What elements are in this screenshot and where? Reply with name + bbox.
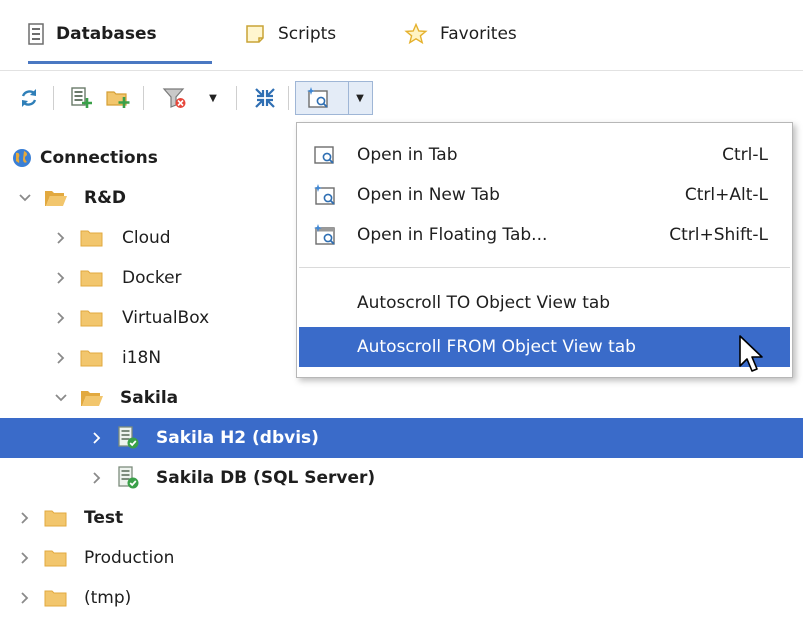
- menu-item-label: Open in New Tab: [357, 185, 500, 205]
- tabbar-divider: [0, 70, 803, 71]
- collapse-icon: [253, 86, 277, 110]
- folder-icon: [80, 347, 104, 369]
- tree-item-label: Sakila: [120, 388, 179, 408]
- tree-item-sakila-db[interactable]: Sakila DB (SQL Server): [0, 458, 803, 498]
- chevron-right-icon[interactable]: [16, 588, 34, 608]
- menu-item-shortcut: Ctrl+Shift-L: [669, 225, 768, 245]
- toolbar-separator: [53, 86, 54, 110]
- tree-item-label: Production: [84, 548, 175, 568]
- object-view-dropdown-menu: Open in Tab Ctrl-L Open in New Tab Ctrl+…: [296, 122, 793, 378]
- star-icon: [404, 23, 428, 45]
- create-connection-button[interactable]: [66, 82, 96, 114]
- tree-item-test[interactable]: Test: [0, 498, 803, 538]
- chevron-right-icon[interactable]: [52, 268, 70, 288]
- tab-favorites-label: Favorites: [440, 24, 517, 44]
- folder-icon: [44, 547, 68, 569]
- tree-item-label: i18N: [122, 348, 162, 368]
- tab-databases[interactable]: Databases: [28, 0, 212, 68]
- tree-item-label: Docker: [122, 268, 182, 288]
- folder-open-icon: [44, 187, 68, 209]
- add-connection-icon: [69, 86, 93, 110]
- chevron-down-icon[interactable]: [52, 388, 70, 408]
- tree-item-label: Sakila DB (SQL Server): [156, 468, 376, 488]
- tab-databases-label: Databases: [56, 24, 157, 44]
- globe-icon: [10, 147, 34, 169]
- chevron-down-icon[interactable]: [16, 188, 34, 208]
- chevron-right-icon[interactable]: [52, 228, 70, 248]
- tree-item-production[interactable]: Production: [0, 538, 803, 578]
- menu-item-autoscroll-from[interactable]: Autoscroll FROM Object View tab: [299, 327, 790, 367]
- chevron-right-icon[interactable]: [52, 308, 70, 328]
- folder-icon: [80, 267, 104, 289]
- folder-icon: [44, 587, 68, 609]
- refresh-button[interactable]: [14, 82, 44, 114]
- chevron-right-icon[interactable]: [88, 428, 106, 448]
- tree-item-label: Sakila H2 (dbvis): [156, 428, 319, 448]
- collapse-all-button[interactable]: [250, 82, 280, 114]
- tree-root-label: Connections: [40, 148, 158, 168]
- toolbar-separator: [236, 86, 237, 110]
- menu-item-shortcut: Ctrl-L: [722, 145, 768, 165]
- tree-item-tmp[interactable]: (tmp): [0, 578, 803, 618]
- tab-scripts-label: Scripts: [278, 24, 337, 44]
- tree-item-label: Test: [84, 508, 124, 528]
- tree-item-label: Cloud: [122, 228, 171, 248]
- split-button-separator: [348, 82, 349, 114]
- create-folder-button[interactable]: [103, 82, 133, 114]
- add-folder-icon: [105, 86, 131, 110]
- toolbar: ▼ ▼: [0, 72, 803, 124]
- panel-tab-bar: Databases Scripts Favorites: [0, 0, 803, 68]
- tree-item-label: VirtualBox: [122, 308, 210, 328]
- script-icon: [244, 23, 266, 45]
- open-new-tab-icon: [313, 184, 339, 206]
- menu-item-open-in-tab[interactable]: Open in Tab Ctrl-L: [299, 135, 790, 175]
- menu-item-label: Autoscroll FROM Object View tab: [357, 337, 636, 357]
- refresh-icon: [18, 87, 40, 109]
- chevron-right-icon[interactable]: [16, 508, 34, 528]
- folder-icon: [80, 307, 104, 329]
- mouse-cursor-icon: [739, 335, 763, 372]
- active-tab-indicator: [28, 61, 212, 64]
- filter-dropdown-caret[interactable]: ▼: [206, 82, 220, 114]
- database-list-icon: [28, 23, 44, 45]
- toolbar-separator: [143, 86, 144, 110]
- open-tab-icon: [313, 144, 339, 166]
- menu-item-label: Autoscroll TO Object View tab: [357, 293, 611, 313]
- filter-icon: [162, 86, 188, 110]
- folder-open-icon: [80, 387, 104, 409]
- filter-button[interactable]: [160, 82, 190, 114]
- folder-icon: [44, 507, 68, 529]
- open-object-view-button[interactable]: [304, 82, 334, 114]
- object-view-dropdown-caret[interactable]: ▼: [353, 82, 367, 114]
- menu-item-open-in-floating-tab[interactable]: Open in Floating Tab... Ctrl+Shift-L: [299, 215, 790, 255]
- chevron-right-icon[interactable]: [52, 348, 70, 368]
- object-view-icon: [306, 86, 332, 110]
- database-connected-icon: [116, 426, 140, 449]
- tab-scripts[interactable]: Scripts: [244, 0, 364, 68]
- database-connected-icon: [116, 466, 140, 489]
- tree-item-sakila[interactable]: Sakila: [0, 378, 803, 418]
- toolbar-separator: [288, 86, 289, 110]
- menu-item-label: Open in Floating Tab...: [357, 225, 548, 245]
- menu-item-autoscroll-to[interactable]: Autoscroll TO Object View tab: [299, 283, 790, 323]
- tree-item-sakila-h2[interactable]: Sakila H2 (dbvis): [0, 418, 803, 458]
- menu-item-shortcut: Ctrl+Alt-L: [684, 185, 768, 205]
- tree-item-label: (tmp): [84, 588, 132, 608]
- chevron-right-icon[interactable]: [88, 468, 106, 488]
- tree-item-label: R&D: [84, 188, 127, 208]
- folder-icon: [80, 227, 104, 249]
- menu-item-open-in-new-tab[interactable]: Open in New Tab Ctrl+Alt-L: [299, 175, 790, 215]
- tab-favorites[interactable]: Favorites: [404, 0, 554, 68]
- menu-item-label: Open in Tab: [357, 145, 458, 165]
- chevron-right-icon[interactable]: [16, 548, 34, 568]
- menu-separator: [299, 267, 790, 268]
- open-floating-tab-icon: [313, 224, 339, 246]
